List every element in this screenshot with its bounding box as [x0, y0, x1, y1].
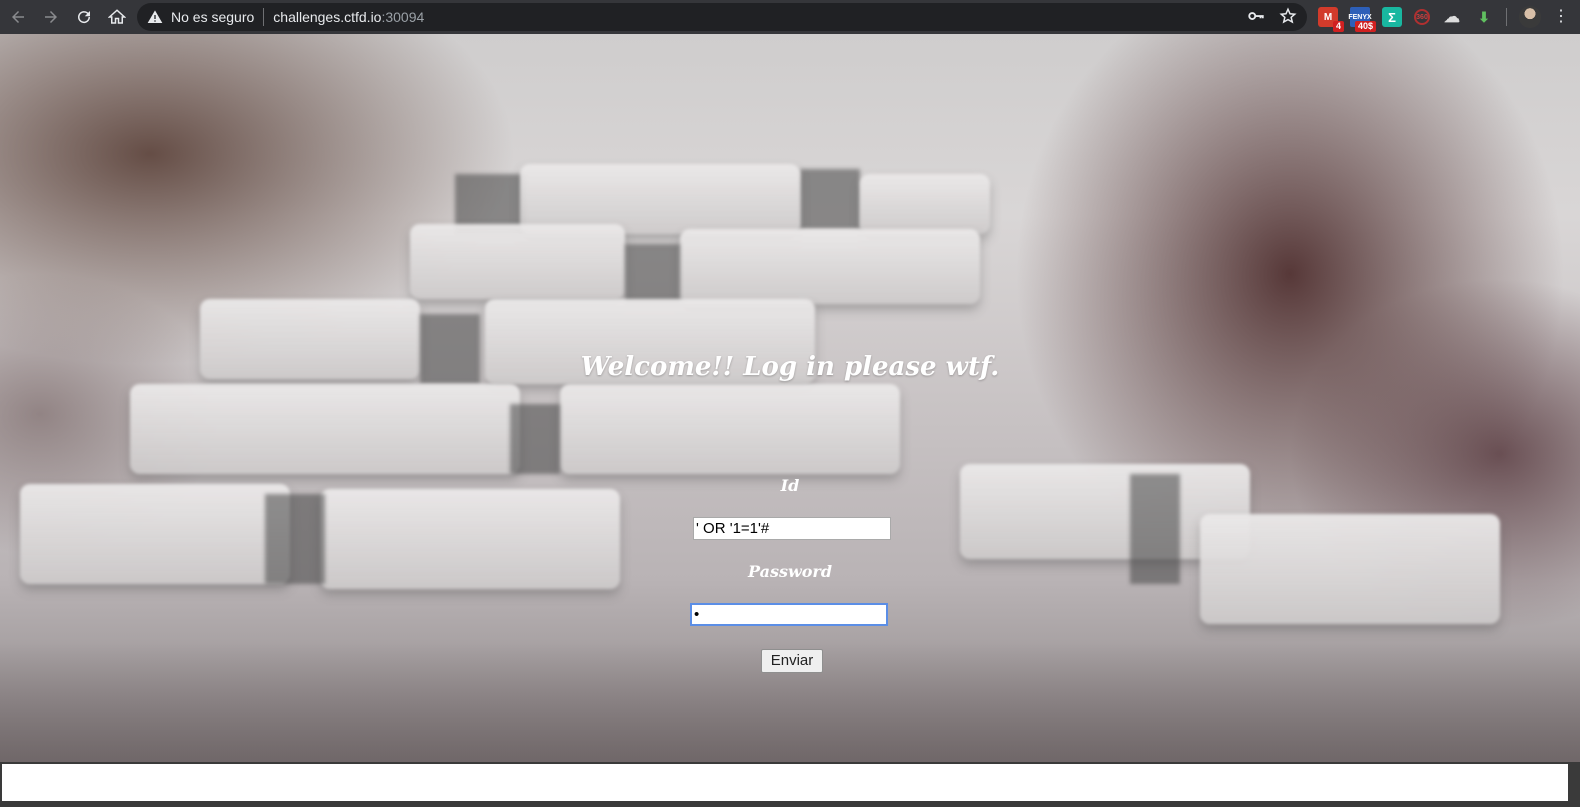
- 360-extension-icon[interactable]: 360: [1414, 9, 1430, 25]
- omnibox-divider: [263, 8, 265, 26]
- password-input[interactable]: •: [690, 603, 888, 626]
- forward-arrow-icon: [45, 11, 57, 23]
- back-arrow-icon: [12, 11, 24, 23]
- bottom-panel: [0, 762, 1580, 807]
- page-title: Welcome!! Log in please wtf.: [580, 352, 1000, 382]
- cloud-extension-icon[interactable]: ☁: [1442, 7, 1462, 27]
- url-host: challenges.ctfd.io: [273, 9, 382, 25]
- home-icon: [108, 9, 126, 24]
- reload-button[interactable]: [69, 2, 99, 32]
- star-icon[interactable]: [1279, 7, 1297, 25]
- warning-icon: [147, 10, 163, 23]
- omnibox-actions: [1247, 7, 1297, 25]
- security-status[interactable]: No es seguro: [171, 9, 254, 25]
- back-button[interactable]: [3, 2, 33, 32]
- id-input[interactable]: ' OR '1=1'#: [693, 517, 891, 540]
- menu-icon[interactable]: ⋮: [1553, 7, 1569, 27]
- gmail-extension-icon[interactable]: M4: [1318, 7, 1344, 32]
- fenyx-badge: 40$: [1354, 21, 1376, 32]
- home-button[interactable]: [102, 2, 132, 32]
- id-label: Id: [780, 476, 800, 495]
- toolbar-divider: [1506, 8, 1507, 26]
- profile-avatar[interactable]: [1519, 6, 1541, 28]
- login-form: Welcome!! Log in please wtf. Id ' OR '1=…: [0, 34, 1580, 762]
- forward-button[interactable]: [36, 2, 66, 32]
- submit-button[interactable]: Enviar: [761, 649, 823, 673]
- sigma-extension-icon[interactable]: Σ: [1382, 7, 1402, 27]
- key-icon[interactable]: [1247, 7, 1265, 25]
- password-label: Password: [747, 562, 833, 581]
- browser-toolbar: No es seguro challenges.ctfd.io:30094 M4…: [0, 0, 1580, 34]
- page-viewport: Welcome!! Log in please wtf. Id ' OR '1=…: [0, 34, 1580, 762]
- fenyx-extension-icon[interactable]: FENYX 40$: [1348, 7, 1376, 32]
- address-bar[interactable]: No es seguro challenges.ctfd.io:30094: [137, 3, 1307, 31]
- gmail-badge: 4: [1332, 21, 1344, 32]
- extensions-area: M4 FENYX 40$ Σ 360 ☁ ⬇ ⋮: [1318, 6, 1569, 32]
- url-port: :30094: [381, 9, 425, 25]
- download-extension-icon[interactable]: ⬇: [1474, 7, 1494, 27]
- reload-icon: [78, 11, 91, 24]
